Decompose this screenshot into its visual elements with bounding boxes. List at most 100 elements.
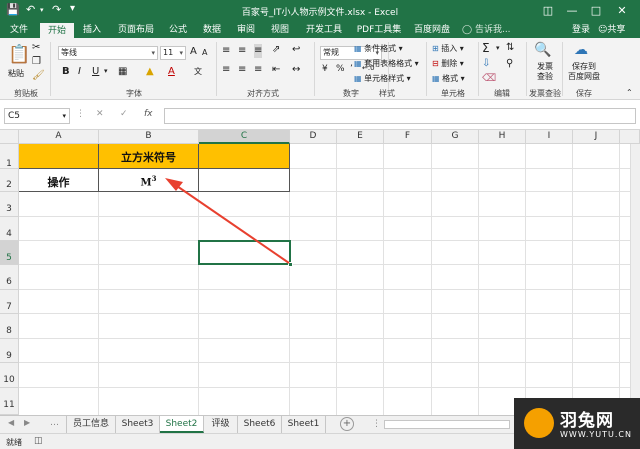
find-select-icon[interactable]: ⚲ <box>506 58 513 69</box>
separator <box>426 42 427 96</box>
indent-icon[interactable]: ⇤ <box>272 64 280 75</box>
phonetic-icon[interactable]: 文 <box>194 66 202 77</box>
sheet-tab-5[interactable]: Sheet6 <box>238 416 282 433</box>
align-bottom-icon[interactable]: ≡ <box>254 44 263 58</box>
tab-split-handle[interactable]: ⋮ <box>372 419 381 429</box>
align-center-icon[interactable]: ≡ <box>238 64 246 75</box>
tab-formulas[interactable]: 公式 <box>164 22 192 38</box>
sign-in-link[interactable]: 登录 <box>572 22 590 38</box>
ribbon: 📋 粘贴 ✂ ❐ 🖌 剪贴板 等线 ▾ 11 ▾ A A B I U ▾ ▦ ▲ A… <box>0 38 640 100</box>
cancel-icon[interactable]: ✕ <box>96 109 104 119</box>
paste-label[interactable]: 粘贴 <box>8 68 24 79</box>
clipboard-group-label: 剪贴板 <box>14 89 38 98</box>
underline-button[interactable]: U <box>92 66 99 77</box>
invoice-check-icon[interactable]: 🔍 <box>534 42 551 58</box>
autosum-icon[interactable]: Σ <box>482 41 490 55</box>
maximize-button[interactable]: □ <box>584 2 608 20</box>
cut-icon[interactable]: ✂ <box>32 42 40 53</box>
tab-home[interactable]: 开始 <box>40 23 74 38</box>
formula-bar: C5 ▾ ⋮ ✕ ✓ fx <box>0 100 640 130</box>
minimize-button[interactable]: — <box>560 2 584 20</box>
ribbon-display-icon[interactable]: ◫ <box>536 2 560 20</box>
insert-cells-item[interactable]: ⊞ 插入 ▾ <box>432 43 464 54</box>
italic-button[interactable]: I <box>78 66 81 77</box>
currency-icon[interactable]: ¥ <box>322 64 328 74</box>
save-to-baidu-button[interactable]: 保存到 百度网盘 <box>564 62 604 82</box>
format-cells-item[interactable]: ▦ 格式 ▾ <box>432 73 465 84</box>
align-middle-icon[interactable]: ≡ <box>238 44 246 58</box>
save-baidu-line2: 百度网盘 <box>568 72 600 81</box>
tab-insert[interactable]: 插入 <box>78 22 106 38</box>
ribbon-tab-bar: 文件 开始 插入 页面布局 公式 数据 审阅 视图 开发工具 PDF工具集 百度… <box>0 22 640 38</box>
comma-style-icon[interactable]: ’ <box>350 64 353 74</box>
fill-icon[interactable]: ⇩ <box>482 58 490 69</box>
worksheet-grid[interactable]: A B C D E F G H I J 1 2 3 4 5 6 7 8 9 10… <box>0 130 640 415</box>
borders-icon[interactable]: ▦ <box>118 66 127 77</box>
more-sheets-icon[interactable]: … <box>50 418 59 428</box>
chevron-down-icon: ▾ <box>406 74 411 83</box>
sheet-tab-2[interactable]: Sheet3 <box>116 416 160 433</box>
scroll-right-icon[interactable]: ▶ <box>24 418 30 427</box>
baidu-cloud-icon[interactable]: ☁ <box>574 42 588 58</box>
enter-icon[interactable]: ✓ <box>120 109 128 119</box>
wrap-text-icon[interactable]: ↩ <box>292 44 300 55</box>
vertical-scrollbar[interactable] <box>630 144 640 415</box>
close-button[interactable]: ✕ <box>610 2 634 20</box>
orientation-icon[interactable]: ⇗ <box>272 44 280 55</box>
invoice-check-line2: 查验 <box>537 72 553 81</box>
align-top-icon[interactable]: ≡ <box>222 44 230 58</box>
bold-button[interactable]: B <box>62 66 70 77</box>
align-left-icon[interactable]: ≡ <box>222 64 230 75</box>
sheet-tab-3[interactable]: Sheet2 <box>160 416 204 433</box>
delete-label: 删除 <box>441 59 458 68</box>
delete-cells-item[interactable]: ⊟ 删除 ▾ <box>432 58 464 69</box>
share-button[interactable]: ☺共享 <box>598 22 625 38</box>
tab-pdf-tools[interactable]: PDF工具集 <box>352 22 406 38</box>
share-label: 共享 <box>607 25 626 35</box>
invoice-check-line1: 发票 <box>537 62 553 71</box>
scroll-left-icon[interactable]: ◀ <box>8 418 14 427</box>
macro-record-icon[interactable]: ◫ <box>34 436 43 446</box>
tell-me-search[interactable]: ◯ 告诉我... <box>462 22 511 38</box>
align-right-icon[interactable]: ≡ <box>254 64 262 75</box>
tab-review[interactable]: 审阅 <box>232 22 260 38</box>
font-name-combo[interactable]: 等线 ▾ <box>58 46 158 60</box>
merge-center-icon[interactable]: ↔ <box>292 64 300 75</box>
cell-styles-icon: ▦ <box>354 74 362 83</box>
chevron-down-icon[interactable]: ▾ <box>104 67 108 75</box>
shrink-font-button[interactable]: A <box>202 48 207 57</box>
cells-group-label: 单元格 <box>441 89 465 98</box>
tab-file[interactable]: 文件 <box>4 22 34 38</box>
fill-color-icon[interactable]: ▲ <box>146 66 154 77</box>
conditional-format-item[interactable]: ▦ 条件格式 ▾ <box>354 43 403 54</box>
invoice-check-button[interactable]: 发票 查验 <box>534 62 556 82</box>
sort-filter-icon[interactable]: ⇅ <box>506 42 514 53</box>
sheet-tab-6[interactable]: Sheet1 <box>282 416 326 433</box>
copy-icon[interactable]: ❐ <box>32 56 41 67</box>
tab-baidu-pan[interactable]: 百度网盘 <box>410 22 454 38</box>
tab-page-layout[interactable]: 页面布局 <box>112 22 160 38</box>
formula-input[interactable] <box>164 108 636 124</box>
chevron-down-icon[interactable]: ▾ <box>496 44 500 52</box>
format-painter-icon[interactable]: 🖌 <box>32 70 45 81</box>
collapse-ribbon-icon[interactable]: ⌃ <box>626 88 633 97</box>
tab-data[interactable]: 数据 <box>198 22 226 38</box>
name-box[interactable]: C5 ▾ <box>4 108 70 124</box>
format-as-table-item[interactable]: ▦ 套用表格格式 ▾ <box>354 58 419 69</box>
horizontal-scrollbar[interactable] <box>384 420 510 429</box>
add-sheet-icon[interactable]: + <box>340 417 354 431</box>
paste-icon[interactable]: 📋 <box>8 44 30 65</box>
font-size-combo[interactable]: 11 ▾ <box>160 46 186 60</box>
sheet-tab-1[interactable]: 员工信息 <box>66 416 116 433</box>
insert-function-button[interactable]: fx <box>144 109 153 119</box>
grow-font-button[interactable]: A <box>190 46 197 57</box>
separator <box>216 42 217 96</box>
tab-view[interactable]: 视图 <box>266 22 294 38</box>
save-baidu-line1: 保存到 <box>572 62 596 71</box>
tab-developer[interactable]: 开发工具 <box>302 22 346 38</box>
percent-button[interactable]: % <box>336 64 345 74</box>
clear-icon[interactable]: ⌫ <box>482 73 496 84</box>
cell-styles-item[interactable]: ▦ 单元格样式 ▾ <box>354 73 411 84</box>
sheet-tab-4[interactable]: 评级 <box>204 416 238 433</box>
font-color-button[interactable]: A <box>168 66 175 77</box>
